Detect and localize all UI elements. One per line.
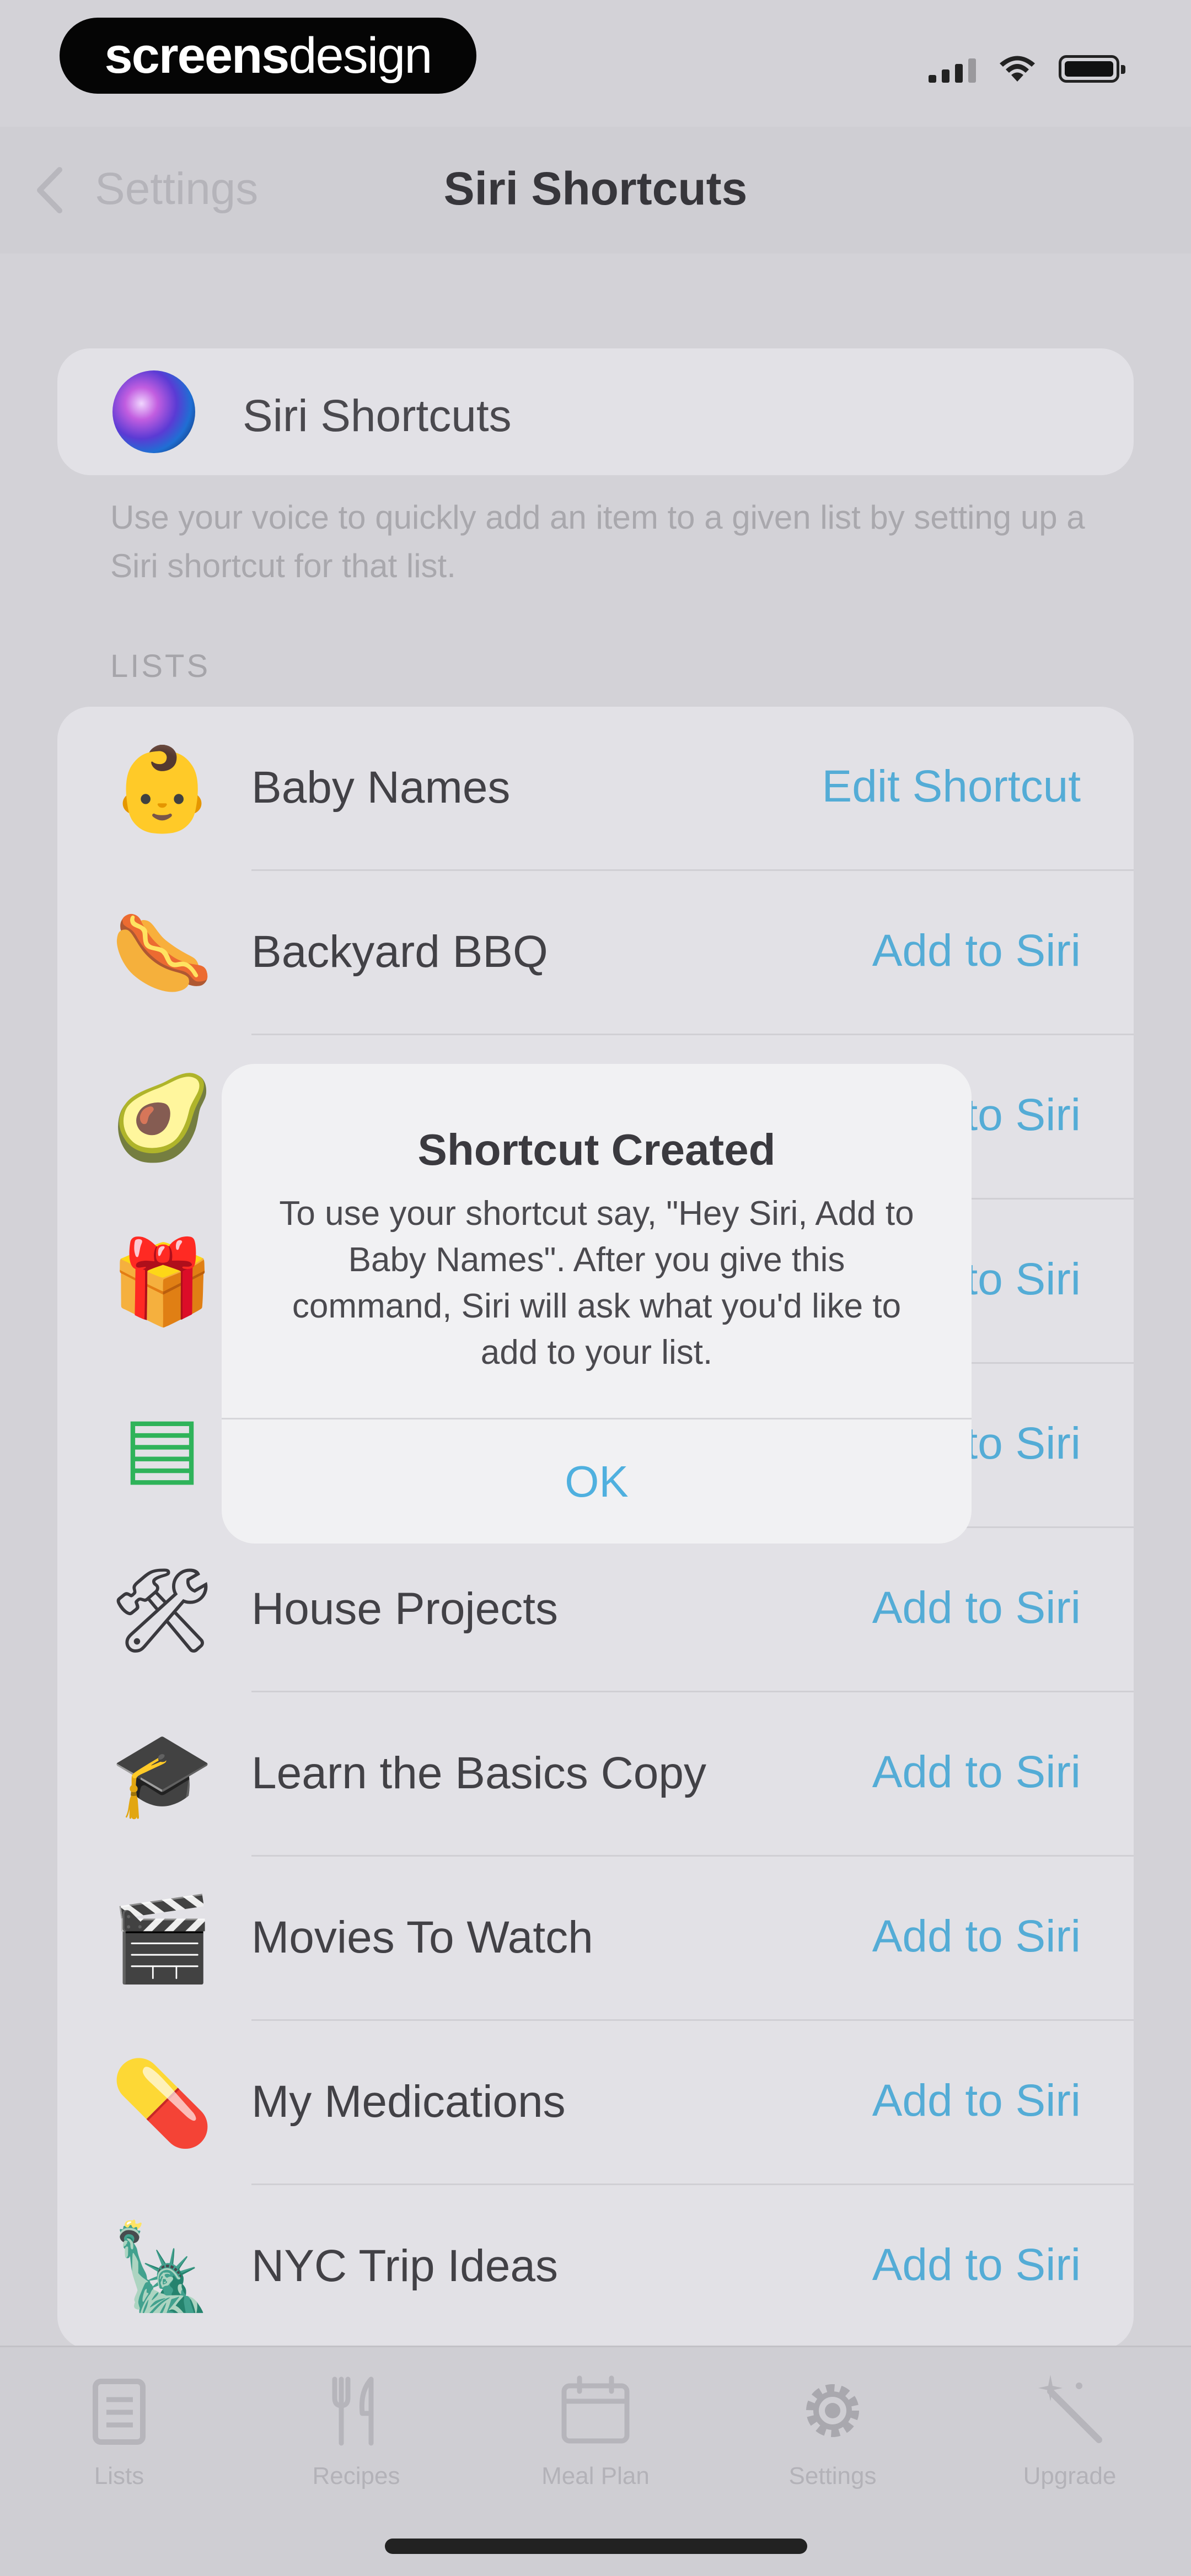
tab-lists[interactable]: Lists [36,2369,202,2502]
siri-shortcuts-card[interactable]: Siri Shortcuts [57,348,1134,475]
navigation-bar: Settings Siri Shortcuts [0,127,1191,254]
edit-shortcut-button[interactable]: Edit Shortcut [822,761,1081,813]
list-item-label: Learn the Basics Copy [251,1748,707,1798]
list-item: 💊 My Medications Add to Siri [57,2021,1134,2185]
list-item: 🗽 NYC Trip Ideas Add to Siri [57,2185,1134,2349]
spreadsheet-icon: ▤ [123,1400,201,1492]
list-item: 🎓 Learn the Basics Copy Add to Siri [57,1692,1134,1857]
tab-label: Lists [94,2462,144,2489]
fork-knife-icon [332,2376,374,2446]
list-item-label: Movies To Watch [251,1912,593,1962]
brand-text: screensdesign [104,27,433,84]
signal-icon [929,55,976,83]
home-indicator[interactable] [385,2539,807,2554]
magic-wand-icon [1038,2375,1102,2443]
gear-icon [806,2384,859,2437]
add-to-siri-button[interactable]: Add to Siri [872,2239,1081,2291]
wifi-icon [1000,56,1035,82]
tab-recipes[interactable]: Recipes [273,2369,439,2502]
add-to-siri-button[interactable]: Add to Siri [872,1582,1081,1634]
add-to-siri-button[interactable]: Add to Siri [872,1911,1081,1962]
lists-icon [93,2379,146,2445]
tab-meal-plan[interactable]: Meal Plan [513,2369,678,2502]
gift-icon: 🎁 [110,1235,214,1328]
shortcut-created-alert: Shortcut Created To use your shortcut sa… [222,1064,972,1544]
tab-settings[interactable]: Settings [750,2369,915,2502]
add-to-siri-button[interactable]: Add to Siri [872,2075,1081,2127]
list-item: 👶 Baby Names Edit Shortcut [57,707,1134,871]
list-item: 🛠 House Projects Add to Siri [57,1528,1134,1692]
statue-of-liberty-icon: 🗽 [110,2221,214,2314]
list-item-label: Baby Names [251,762,511,813]
section-header-lists: LISTS [110,648,211,684]
siri-footnote: Use your voice to quickly add an item to… [110,499,1085,584]
siri-orb-icon [112,370,195,453]
alert-message: To use your shortcut say, "Hey Siri, Add… [279,1195,914,1372]
list-item-label: My Medications [251,2077,566,2127]
calendar-icon [561,2375,630,2444]
siri-shortcuts-label: Siri Shortcuts [243,391,512,441]
pill-icon: 💊 [110,2057,214,2149]
clapper-board-icon: 🎬 [110,1892,214,1985]
ok-button[interactable]: OK [222,1419,972,1544]
tab-label: Upgrade [1023,2462,1117,2489]
brand-watermark: screensdesign [60,18,476,94]
tab-label: Recipes [312,2462,400,2489]
alert-title: Shortcut Created [417,1125,776,1174]
list-item-label: Backyard BBQ [251,927,548,977]
page-title: Siri Shortcuts [443,163,748,214]
tab-upgrade[interactable]: Upgrade [987,2369,1152,2502]
graduation-cap-icon: 🎓 [110,1728,214,1821]
tab-label: Meal Plan [541,2462,650,2489]
list-item: 🌭 Backyard BBQ Add to Siri [57,871,1134,1035]
avocado-icon: 🥑 [110,1071,214,1164]
list-item-label: House Projects [251,1584,559,1634]
list-item: 🎬 Movies To Watch Add to Siri [57,1857,1134,2021]
add-to-siri-button[interactable]: Add to Siri [872,925,1081,977]
battery-icon [1059,55,1125,83]
list-item-label: NYC Trip Ideas [251,2241,558,2291]
status-icons [929,50,1125,88]
hammer-wrench-icon: 🛠 [109,1564,215,1657]
baby-icon: 👶 [110,743,214,835]
add-to-siri-button[interactable]: Add to Siri [872,1746,1081,1798]
tab-label: Settings [788,2462,877,2489]
hotdog-icon: 🌭 [110,907,214,999]
